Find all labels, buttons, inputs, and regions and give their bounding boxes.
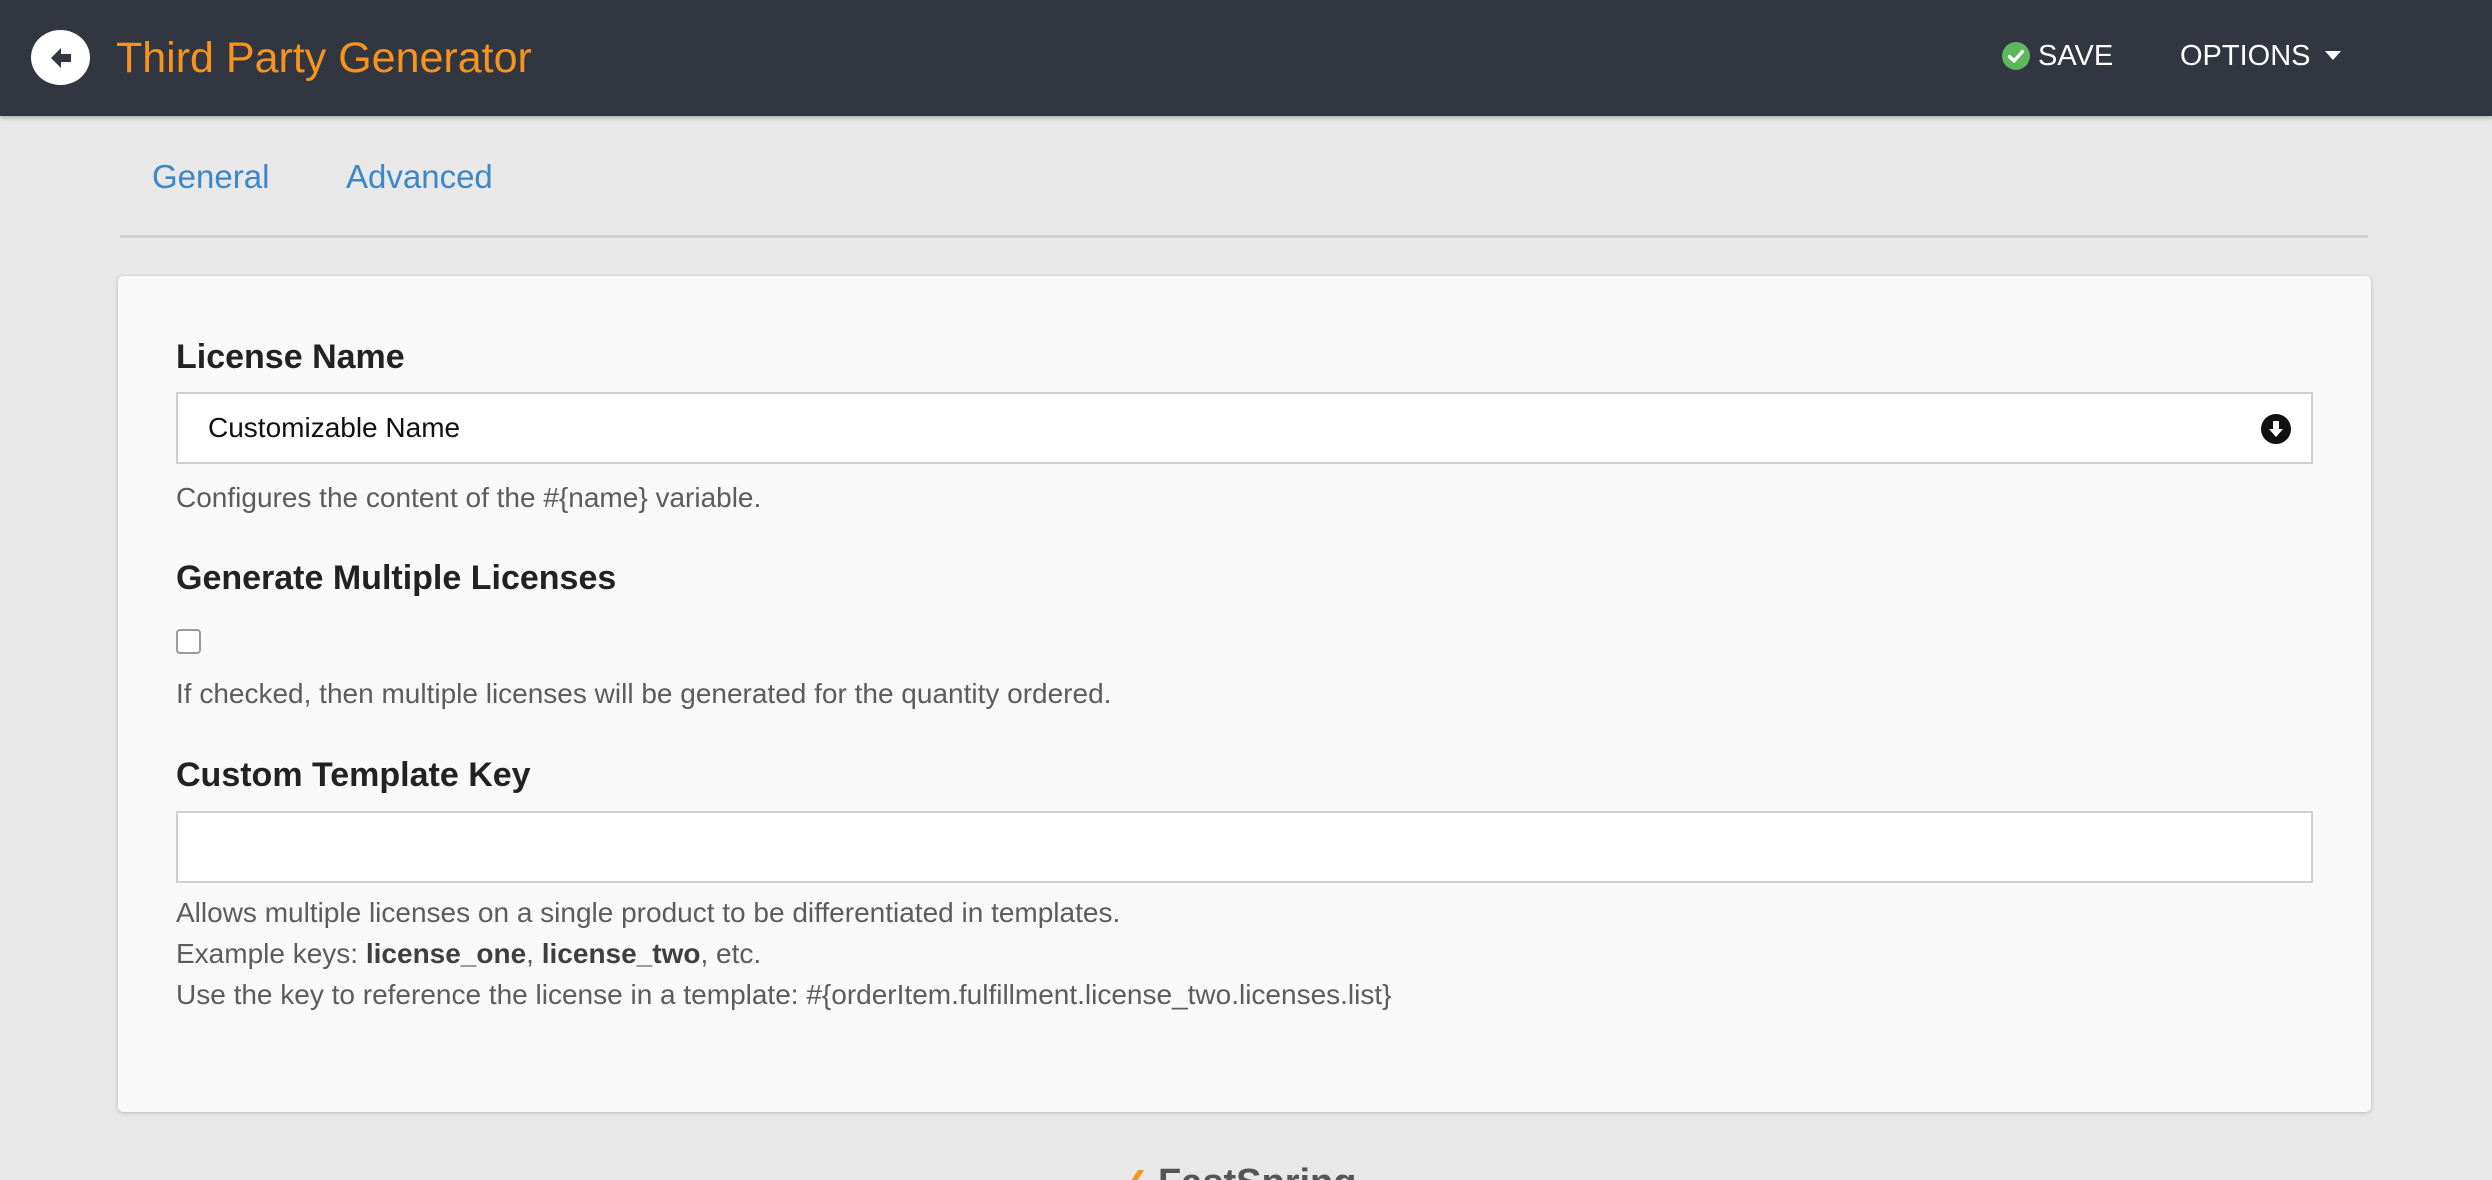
license-name-help: Configures the content of the #{name} va…	[176, 482, 762, 513]
tab-advanced[interactable]: Advanced	[346, 158, 493, 196]
settings-card: License Name Customizable Name Configure…	[118, 276, 2371, 1112]
save-button-label: SAVE	[2038, 39, 2114, 72]
footer-logo-text: FastSpring	[1158, 1164, 1356, 1180]
save-button[interactable]: SAVE	[2002, 34, 2113, 78]
template-key-label: Custom Template Key	[176, 756, 531, 794]
multiple-licenses-checkbox[interactable]	[176, 629, 201, 654]
logo-mark-icon	[1131, 1170, 1144, 1180]
template-key-help-line1: Allows multiple licenses on a single pro…	[176, 897, 1121, 928]
help-prefix: Example keys:	[176, 938, 366, 969]
options-dropdown-button[interactable]: OPTIONS	[2180, 34, 2341, 78]
template-key-help-line3: Use the key to reference the license in …	[176, 979, 1392, 1010]
license-name-select[interactable]: Customizable Name	[176, 392, 2313, 464]
back-button[interactable]	[31, 30, 90, 85]
license-name-value: Customizable Name	[208, 412, 461, 443]
footer-logo: FastSpring	[1120, 1164, 1356, 1180]
template-key-input[interactable]	[176, 811, 2313, 883]
template-key-help-line2: Example keys: license_one, license_two, …	[176, 934, 761, 974]
circle-arrow-down-icon	[2261, 414, 2291, 444]
license-name-label: License Name	[176, 338, 405, 376]
help-separator: ,	[526, 938, 542, 969]
app-title: Third Party Generator	[116, 34, 532, 82]
multiple-licenses-label: Generate Multiple Licenses	[176, 559, 617, 597]
options-button-label: OPTIONS	[2180, 39, 2311, 72]
help-suffix: , etc.	[700, 938, 762, 969]
example-key-two: license_two	[541, 938, 701, 969]
tab-bar: General Advanced	[120, 116, 2368, 238]
caret-down-icon	[2324, 51, 2341, 60]
tab-general[interactable]: General	[152, 158, 269, 196]
check-circle-icon	[2002, 42, 2030, 70]
top-navigation-bar: Third Party Generator SAVE OPTIONS	[0, 0, 2492, 116]
arrow-left-icon	[50, 47, 71, 68]
multiple-licenses-help: If checked, then multiple licenses will …	[176, 678, 1112, 709]
example-key-one: license_one	[365, 938, 527, 969]
